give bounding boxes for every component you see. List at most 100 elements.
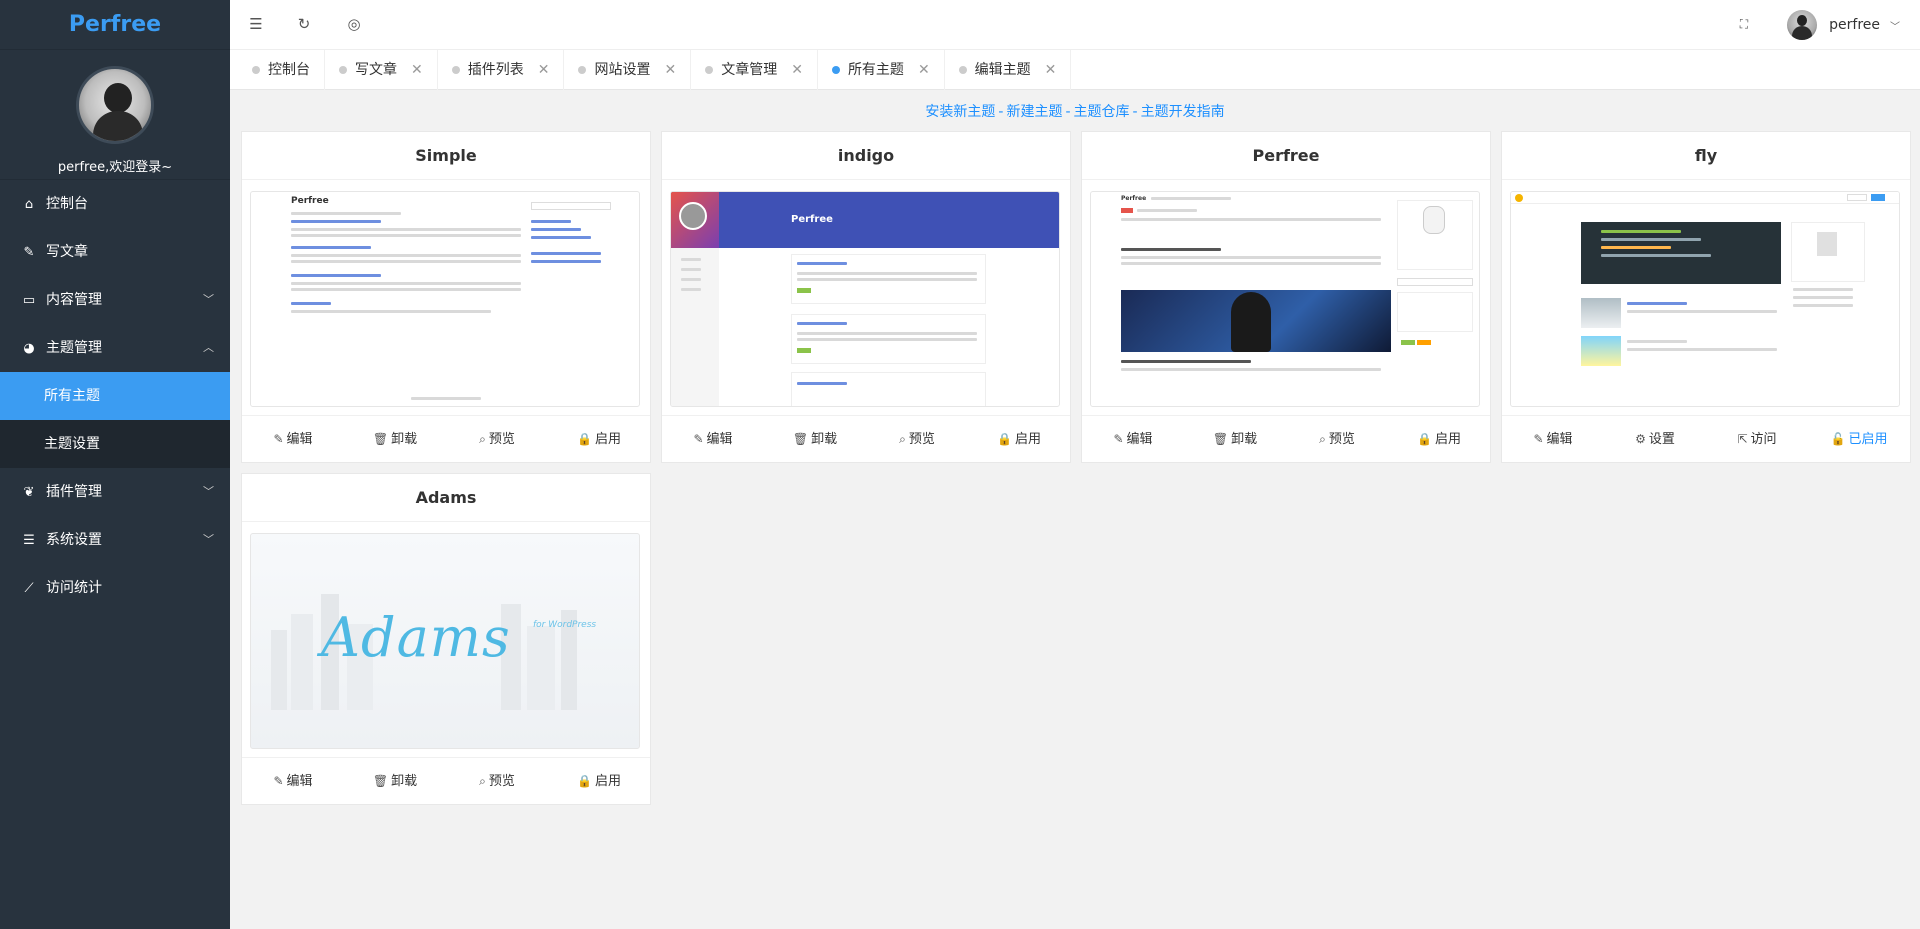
trash-icon: 🗑 [1212,432,1229,446]
install-theme-link[interactable]: 安装新主题 [925,104,995,120]
enable-button[interactable]: 🔒 启用 [548,416,650,462]
uninstall-button[interactable]: 🗑 卸载 [344,758,446,804]
enable-button[interactable]: 🔒 启用 [1388,416,1490,462]
sidebar-item-system[interactable]: ☰ 系统设置 ﹀ [0,516,230,564]
preview-button[interactable]: ⌕ 预览 [446,416,548,462]
uninstall-button[interactable]: 🗑 卸载 [1184,416,1286,462]
theme-actions: ✎ 编辑 🗑 卸载 ⌕ 预览 🔒 启用 [242,757,650,804]
preview-button[interactable]: ⌕ 预览 [1286,416,1388,462]
refresh-icon[interactable]: ↻ [294,14,314,34]
main-content: 安装新主题 - 新建主题 - 主题仓库 - 主题开发指南 Simple Perfree [230,91,1920,929]
edit-button[interactable]: ✎ 编辑 [242,416,344,462]
enable-button[interactable]: 🔒 启用 [968,416,1070,462]
theme-guide-link[interactable]: 主题开发指南 [1141,104,1225,120]
theme-preview-image[interactable] [1510,191,1900,407]
theme-preview-image[interactable]: Adams for WordPress [250,533,640,749]
close-icon[interactable]: ✕ [664,50,676,90]
tab-label: 插件列表 [467,62,524,78]
chevron-down-icon: ﹀ [203,533,214,546]
menu-toggle-icon[interactable]: ☰ [246,14,266,34]
chart-icon: ⟋ [24,581,34,596]
sidebar-item-content[interactable]: ▭ 内容管理 ﹀ [0,276,230,324]
edit-button[interactable]: ✎ 编辑 [242,758,344,804]
avatar[interactable] [76,66,154,144]
app-logo[interactable]: Perfree [0,0,230,50]
chevron-down-icon: ﹀ [1890,21,1900,33]
tab-dot [958,66,967,74]
lock-icon: 🔒 [1417,432,1432,446]
tab-article-manage[interactable]: 文章管理 ✕ [691,50,818,90]
edit-button[interactable]: ✎ 编辑 [1502,416,1604,462]
theme-preview-image[interactable]: Perfree [1090,191,1480,407]
tab-dashboard[interactable]: 控制台 [238,50,325,90]
edit-icon: ✎ [273,432,284,446]
tab-label: 文章管理 [721,62,778,78]
theme-card-perfree: Perfree Perfree ✎ 编辑 🗑 卸载 ⌕ 预览 🔒 启用 [1081,131,1491,463]
settings-button[interactable]: ⚙ 设置 [1604,416,1706,462]
sidebar-item-plugins[interactable]: ❦ 插件管理 ﹀ [0,468,230,516]
inbox-icon: ▭ [22,293,36,308]
user-menu[interactable]: perfree ﹀ [1787,10,1900,40]
uninstall-button[interactable]: 🗑 卸载 [344,416,446,462]
chevron-down-icon: ﹀ [203,485,214,498]
close-icon[interactable]: ✕ [791,50,803,90]
edit-icon: ✎ [693,432,704,446]
sidebar-item-theme-settings[interactable]: 主题设置 [0,420,230,468]
theme-submenu: 所有主题 主题设置 [0,372,230,468]
theme-actions: ✎ 编辑 🗑 卸载 ⌕ 预览 🔒 启用 [242,415,650,462]
sidebar-item-write[interactable]: ✎ 写文章 [0,228,230,276]
close-icon[interactable]: ✕ [918,50,930,90]
fullscreen-icon[interactable]: ⛶ [1734,14,1754,34]
close-icon[interactable]: ✕ [538,50,550,90]
uninstall-button[interactable]: 🗑 卸载 [764,416,866,462]
theme-actions: ✎ 编辑 ⚙ 设置 ⇱ 访问 🔓 已启用 [1502,415,1910,462]
tab-label: 所有主题 [847,62,904,78]
tab-site-settings[interactable]: 网站设置 ✕ [564,50,692,90]
close-icon[interactable]: ✕ [1045,50,1057,90]
create-theme-link[interactable]: 新建主题 [1006,104,1062,120]
tab-dot [339,66,347,74]
visit-button[interactable]: ⇱ 访问 [1706,416,1808,462]
home-icon: ⌂ [24,197,34,212]
sidebar-item-label: 主题管理 [46,340,102,356]
preview-button[interactable]: ⌕ 预览 [866,416,968,462]
edit-button[interactable]: ✎ 编辑 [1082,416,1184,462]
trash-icon: 🗑 [792,432,809,446]
tab-label: 网站设置 [594,62,651,78]
theme-name: Adams [242,474,650,522]
sidebar-item-all-themes[interactable]: 所有主题 [0,372,230,420]
tab-plugin-list[interactable]: 插件列表 ✕ [438,50,565,90]
tab-edit-theme[interactable]: 编辑主题 ✕ [945,50,1072,90]
sliders-icon: ☰ [23,533,35,548]
trash-icon: 🗑 [372,432,389,446]
preview-button[interactable]: ⌕ 预览 [446,758,548,804]
search-icon: ⌕ [1319,432,1326,446]
close-icon[interactable]: ✕ [411,50,423,90]
tab-all-themes[interactable]: 所有主题 ✕ [818,50,945,90]
sidebar-item-stats[interactable]: ⟋ 访问统计 [0,564,230,612]
sidebar: Perfree perfree,欢迎登录~ ⌂ 控制台 ✎ 写文章 ▭ 内容管理 ﹀ … [0,0,230,929]
theme-name: Perfree [1082,132,1490,180]
sidebar-item-label: 访问统计 [46,580,102,596]
dashboard-icon: ◕ [23,341,35,356]
search-icon: ⌕ [479,774,486,788]
tab-write[interactable]: 写文章 ✕ [325,50,438,90]
globe-icon[interactable]: ◎ [344,14,364,34]
lock-icon: 🔒 [577,774,592,788]
theme-repo-link[interactable]: 主题仓库 [1074,104,1130,120]
enable-button[interactable]: 🔒 启用 [548,758,650,804]
enabled-button[interactable]: 🔓 已启用 [1808,416,1910,462]
edit-button[interactable]: ✎ 编辑 [662,416,764,462]
theme-preview-image[interactable]: Perfree [250,191,640,407]
tab-bar: 控制台 写文章 ✕ 插件列表 ✕ 网站设置 ✕ 文章管理 ✕ 所有主题 ✕ 编辑主题 ✕ [230,50,1920,90]
chevron-down-icon: ﹀ [203,293,214,306]
sidebar-item-label: 写文章 [46,244,88,260]
lock-icon: 🔒 [577,432,592,446]
sidebar-item-themes[interactable]: ◕ 主题管理 ︿ [0,324,230,372]
sidebar-item-label: 内容管理 [46,292,102,308]
theme-actions: ✎ 编辑 🗑 卸载 ⌕ 预览 🔒 启用 [1082,415,1490,462]
search-icon: ⌕ [479,432,486,446]
sidebar-item-dashboard[interactable]: ⌂ 控制台 [0,180,230,228]
theme-preview-image[interactable]: Perfree [670,191,1060,407]
tab-dot [451,66,460,74]
